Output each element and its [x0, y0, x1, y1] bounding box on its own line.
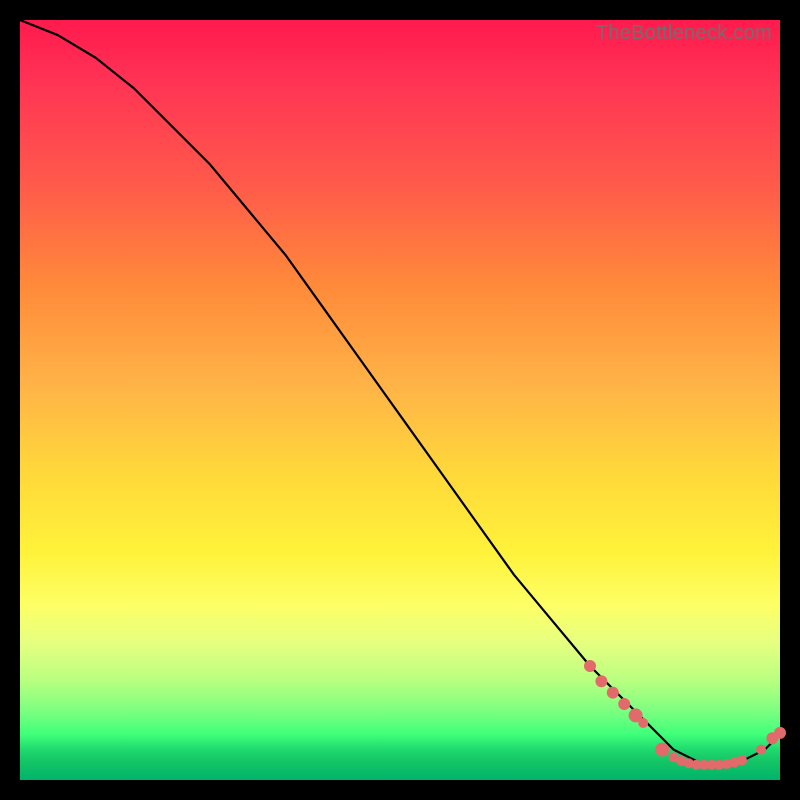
data-point — [607, 687, 619, 699]
data-point — [595, 675, 607, 687]
data-point — [618, 698, 630, 710]
bottleneck-curve — [20, 20, 780, 765]
data-point — [638, 718, 648, 728]
plot-area: TheBottleneck.com — [20, 20, 780, 780]
chart-frame: TheBottleneck.com — [0, 0, 800, 800]
data-point — [655, 743, 669, 757]
data-point — [756, 745, 766, 755]
curve-layer — [20, 20, 780, 780]
data-point — [737, 755, 747, 765]
data-point — [774, 727, 786, 739]
data-point — [584, 660, 596, 672]
